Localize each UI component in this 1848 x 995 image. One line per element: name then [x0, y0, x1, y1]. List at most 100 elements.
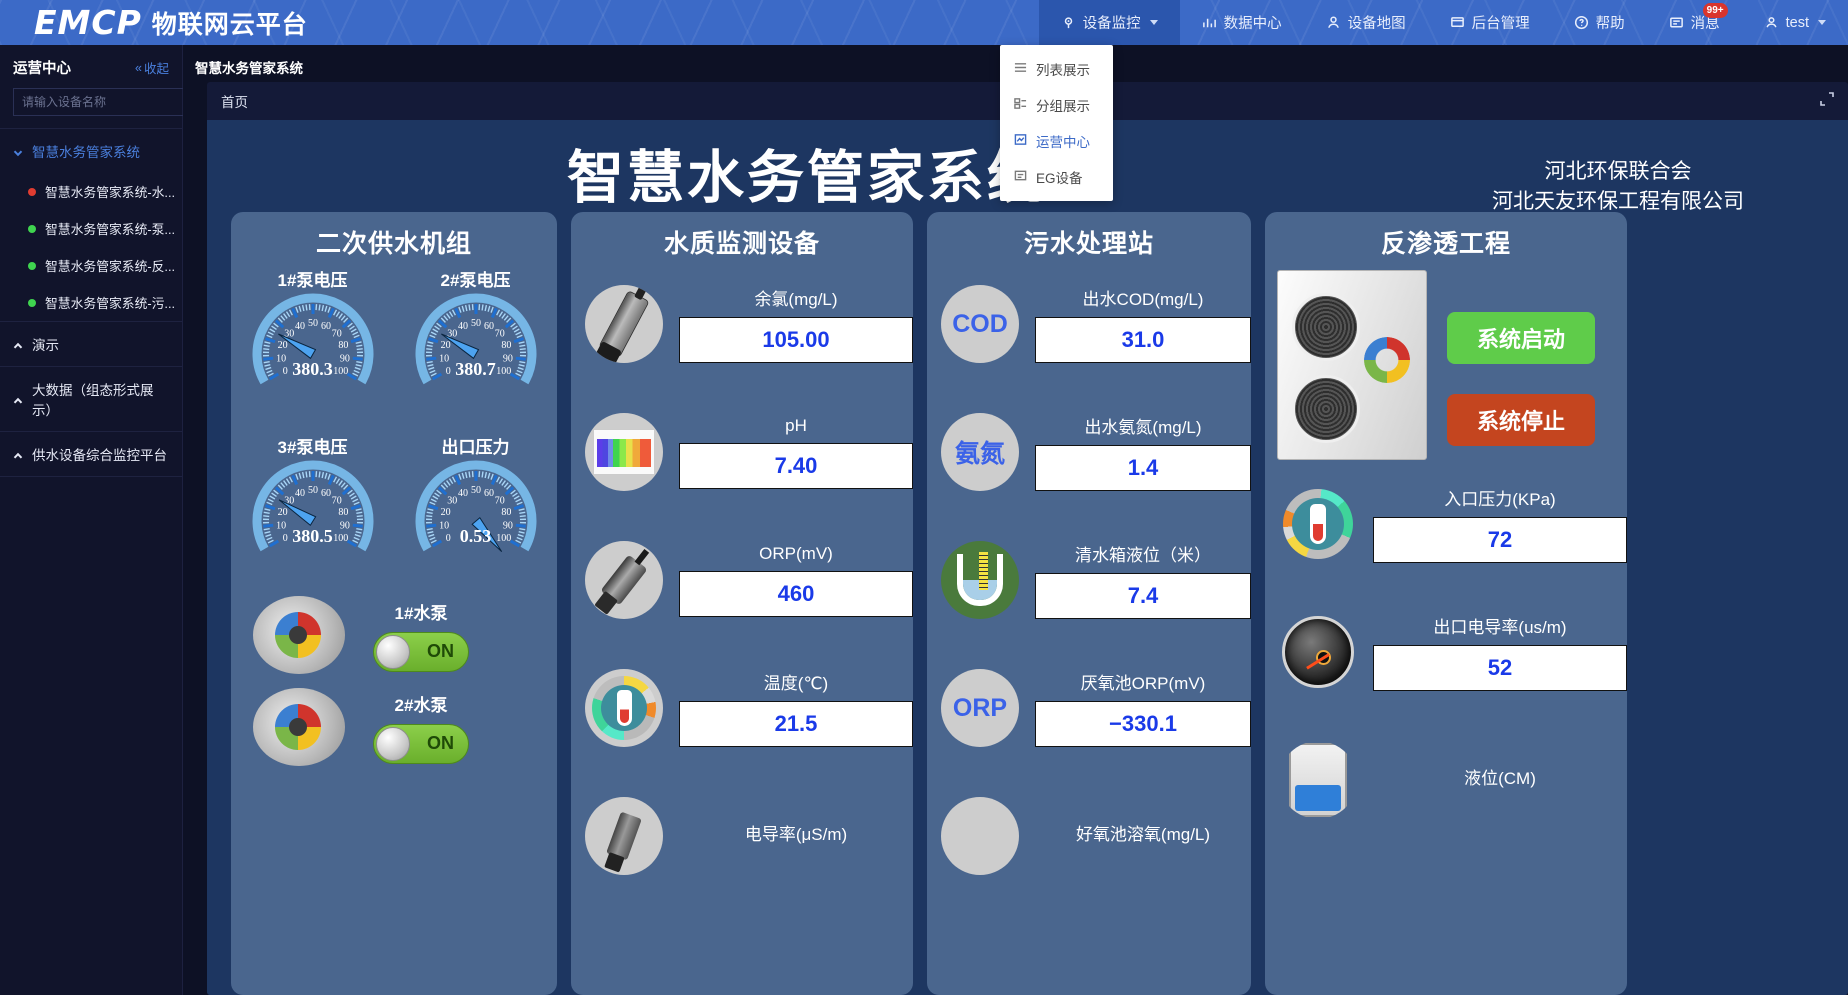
sidebar-group-smart-water[interactable]: 智慧水务管家系统 — [0, 129, 182, 173]
nav-device-map[interactable]: 设备地图 — [1304, 0, 1428, 45]
sensor-value: −330.1 — [1035, 701, 1251, 747]
sensor-value: 31.0 — [1035, 317, 1251, 363]
sensor-field: 出水COD(mg/L) 31.0 — [1035, 285, 1251, 363]
svg-text:60: 60 — [484, 321, 494, 332]
device-icon — [1014, 169, 1027, 185]
fullscreen-icon[interactable] — [1820, 92, 1834, 106]
nav-help[interactable]: 帮助 — [1552, 0, 1647, 45]
sensor-value: 1.4 — [1035, 445, 1251, 491]
sidebar-group-bigdata[interactable]: 大数据（组态形式展示） — [0, 367, 182, 431]
sidebar-item-device-1[interactable]: 智慧水务管家系统-水... — [0, 173, 182, 210]
gauge-dial: 0 10 20 30 40 50 60 70 80 90 100 0.53 — [415, 460, 537, 582]
dropdown-label: 列表展示 — [1036, 63, 1090, 78]
sensor-field: ORP(mV) 460 — [679, 544, 913, 617]
sensor-field: 好氧池溶氧(mg/L) — [1035, 820, 1251, 852]
sidebar-header: 运营中心 « 收起 — [0, 45, 182, 88]
gauge-label: 2#泵电压 — [440, 271, 511, 290]
pump-row-2: 2#水泵 ON — [231, 688, 557, 766]
sensor-label: 余氯(mg/L) — [754, 290, 838, 309]
main-panel: 首页 智慧水务管家系统 河北环保联合会 河北天友环保工程有限公司 二次供水机组 … — [207, 82, 1848, 995]
dropdown-item-group-view[interactable]: 分组展示 — [1000, 87, 1113, 123]
status-dot-offline — [28, 187, 36, 196]
sidebar-title: 运营中心 — [13, 61, 71, 77]
sensor-row-temperature: 温度(℃) 21.5 — [571, 644, 913, 772]
svg-text:60: 60 — [321, 321, 331, 332]
system-stop-button[interactable]: 系统停止 — [1447, 394, 1595, 446]
svg-text:80: 80 — [338, 507, 348, 518]
double-chevron-left-icon: « — [135, 60, 142, 75]
sidebar-item-device-2[interactable]: 智慧水务管家系统-泵... — [0, 210, 182, 247]
nav-messages[interactable]: 消息 99+ — [1647, 0, 1742, 45]
sidebar-group-label: 演示 — [32, 338, 59, 353]
nav-admin[interactable]: 后台管理 — [1428, 0, 1552, 45]
sidebar-group-demo[interactable]: 演示 — [0, 322, 182, 366]
sensor-row-conductivity: 电导率(μS/m) — [571, 772, 913, 900]
pump-toggle-2[interactable]: ON — [373, 723, 469, 764]
gauge-unit-pump1-voltage: 1#泵电压 0 10 20 30 40 50 60 70 80 90 100 380.3 — [240, 266, 385, 415]
pump-toggle-1[interactable]: ON — [373, 631, 469, 672]
card-secondary-water-supply: 二次供水机组 1#泵电压 0 10 20 30 40 50 60 70 80 90 100 380.3… — [231, 212, 557, 995]
nav-data-center[interactable]: 数据中心 — [1180, 0, 1304, 45]
tank-level-icon — [941, 541, 1019, 619]
card-title: 污水处理站 — [1023, 230, 1154, 258]
nav-label: test — [1785, 14, 1809, 31]
status-dot-online — [28, 298, 36, 307]
gauge-value: 0.53 — [459, 526, 492, 546]
system-start-button[interactable]: 系统启动 — [1447, 312, 1595, 364]
sidebar-item-label: 智慧水务管家系统-污... — [45, 296, 176, 311]
sidebar-search — [0, 88, 201, 128]
dropdown-item-eg-device[interactable]: EG设备 — [1000, 159, 1113, 195]
nav-user-menu[interactable]: test — [1742, 0, 1848, 45]
sensor-row-anaerobic-orp: ORP 厌氧池ORP(mV) −330.1 — [927, 644, 1251, 772]
status-dot-online — [28, 224, 36, 233]
logo-subtitle: 物联网云平台 — [151, 10, 308, 39]
sensor-label: 出水氨氮(mg/L) — [1084, 418, 1202, 437]
gauge-value: 380.3 — [292, 359, 333, 379]
svg-text:60: 60 — [484, 488, 494, 499]
nav-label: 后台管理 — [1471, 16, 1530, 32]
sensor-row-effluent-cod: COD 出水COD(mg/L) 31.0 — [927, 260, 1251, 388]
sensor-label: 入口压力(KPa) — [1444, 490, 1556, 509]
sensor-label: 好氧池溶氧(mg/L) — [1075, 825, 1211, 844]
gauge-label: 1#泵电压 — [277, 271, 348, 290]
device-monitor-dropdown: 列表展示 分组展示 运营中心 EG设备 — [1000, 45, 1113, 201]
gauge-dial: 0 10 20 30 40 50 60 70 80 90 100 380.3 — [252, 293, 374, 415]
gauge-value: 380.7 — [455, 359, 496, 379]
svg-text:80: 80 — [501, 507, 511, 518]
card-title: 二次供水机组 — [315, 230, 472, 258]
sensor-row-effluent-ammonia: 氨氮 出水氨氮(mg/L) 1.4 — [927, 388, 1251, 516]
sensor-row-aerobic-oxygen: 好氧池溶氧(mg/L) — [927, 772, 1251, 900]
gauge-row-top: 1#泵电压 0 10 20 30 40 50 60 70 80 90 100 380.3 2#泵电压 … — [231, 266, 557, 415]
dropdown-item-list-view[interactable]: 列表展示 — [1000, 51, 1113, 87]
dropdown-item-operation-center[interactable]: 运营中心 — [1000, 123, 1113, 159]
pump-control-2: 2#水泵 ON — [373, 691, 469, 764]
svg-text:50: 50 — [308, 485, 318, 496]
sidebar-item-device-3[interactable]: 智慧水务管家系统-反... — [0, 247, 182, 284]
sensor-row-residual-chlorine: 余氯(mg/L) 105.00 — [571, 260, 913, 388]
sensor-row-liquid-level: 液位(CM) — [1265, 716, 1627, 844]
tab-home[interactable]: 首页 — [221, 91, 248, 111]
divider — [0, 476, 182, 477]
dropdown-label: 运营中心 — [1036, 135, 1090, 150]
orp-sensor-icon — [585, 541, 663, 619]
sensor-label: 清水箱液位（米） — [1075, 546, 1211, 565]
svg-text:40: 40 — [457, 321, 467, 332]
list-icon — [1014, 61, 1027, 77]
card-title: 水质监测设备 — [663, 230, 820, 258]
sensor-field: 余氯(mg/L) 105.00 — [679, 285, 913, 363]
svg-text:70: 70 — [494, 496, 504, 507]
nav-device-monitor[interactable]: 设备监控 — [1038, 0, 1180, 45]
sidebar: 运营中心 « 收起 智慧水务管家系统 智慧水务管家系统-水... 智慧水务管家系… — [0, 45, 201, 995]
sensor-field: 液位(CM) — [1373, 764, 1627, 796]
sidebar-item-device-4[interactable]: 智慧水务管家系统-污... — [0, 284, 182, 321]
search-input[interactable] — [13, 88, 185, 116]
sensor-value: 460 — [679, 570, 913, 617]
svg-text:50: 50 — [471, 485, 481, 496]
sidebar-collapse-button[interactable]: « 收起 — [135, 58, 169, 77]
thermometer-icon — [585, 669, 663, 747]
logo-text: EMCP — [34, 3, 142, 42]
sidebar-group-water-supply[interactable]: 供水设备综合监控平台 — [0, 432, 182, 476]
probe-sensor-icon — [585, 285, 663, 363]
sensor-row-inlet-pressure: 入口压力(KPa) 72 — [1265, 460, 1627, 588]
svg-text:70: 70 — [331, 329, 341, 340]
